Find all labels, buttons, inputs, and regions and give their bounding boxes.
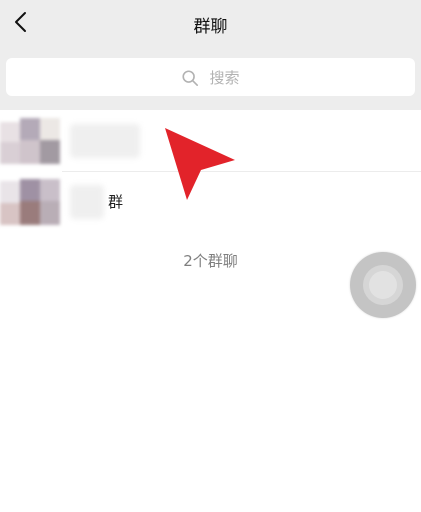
page-title: 群聊 bbox=[193, 17, 228, 37]
group-name-blurred bbox=[70, 185, 104, 219]
assistive-touch-core bbox=[369, 271, 397, 299]
search-placeholder: 搜索 bbox=[209, 69, 240, 87]
search-placeholder-wrap: 搜索 bbox=[6, 67, 415, 88]
assistive-touch-button[interactable] bbox=[350, 252, 416, 318]
group-avatar bbox=[0, 118, 60, 166]
top-bar: 群聊 bbox=[0, 0, 421, 48]
group-avatar bbox=[0, 179, 60, 227]
red-arrow-pointer bbox=[165, 128, 235, 200]
assistive-touch-ring bbox=[363, 265, 403, 305]
group-name-blurred bbox=[70, 124, 140, 158]
search-area: 搜索 bbox=[0, 48, 421, 110]
search-icon bbox=[182, 69, 199, 86]
group-name: 群 bbox=[108, 193, 124, 211]
search-input[interactable]: 搜索 bbox=[6, 58, 415, 96]
